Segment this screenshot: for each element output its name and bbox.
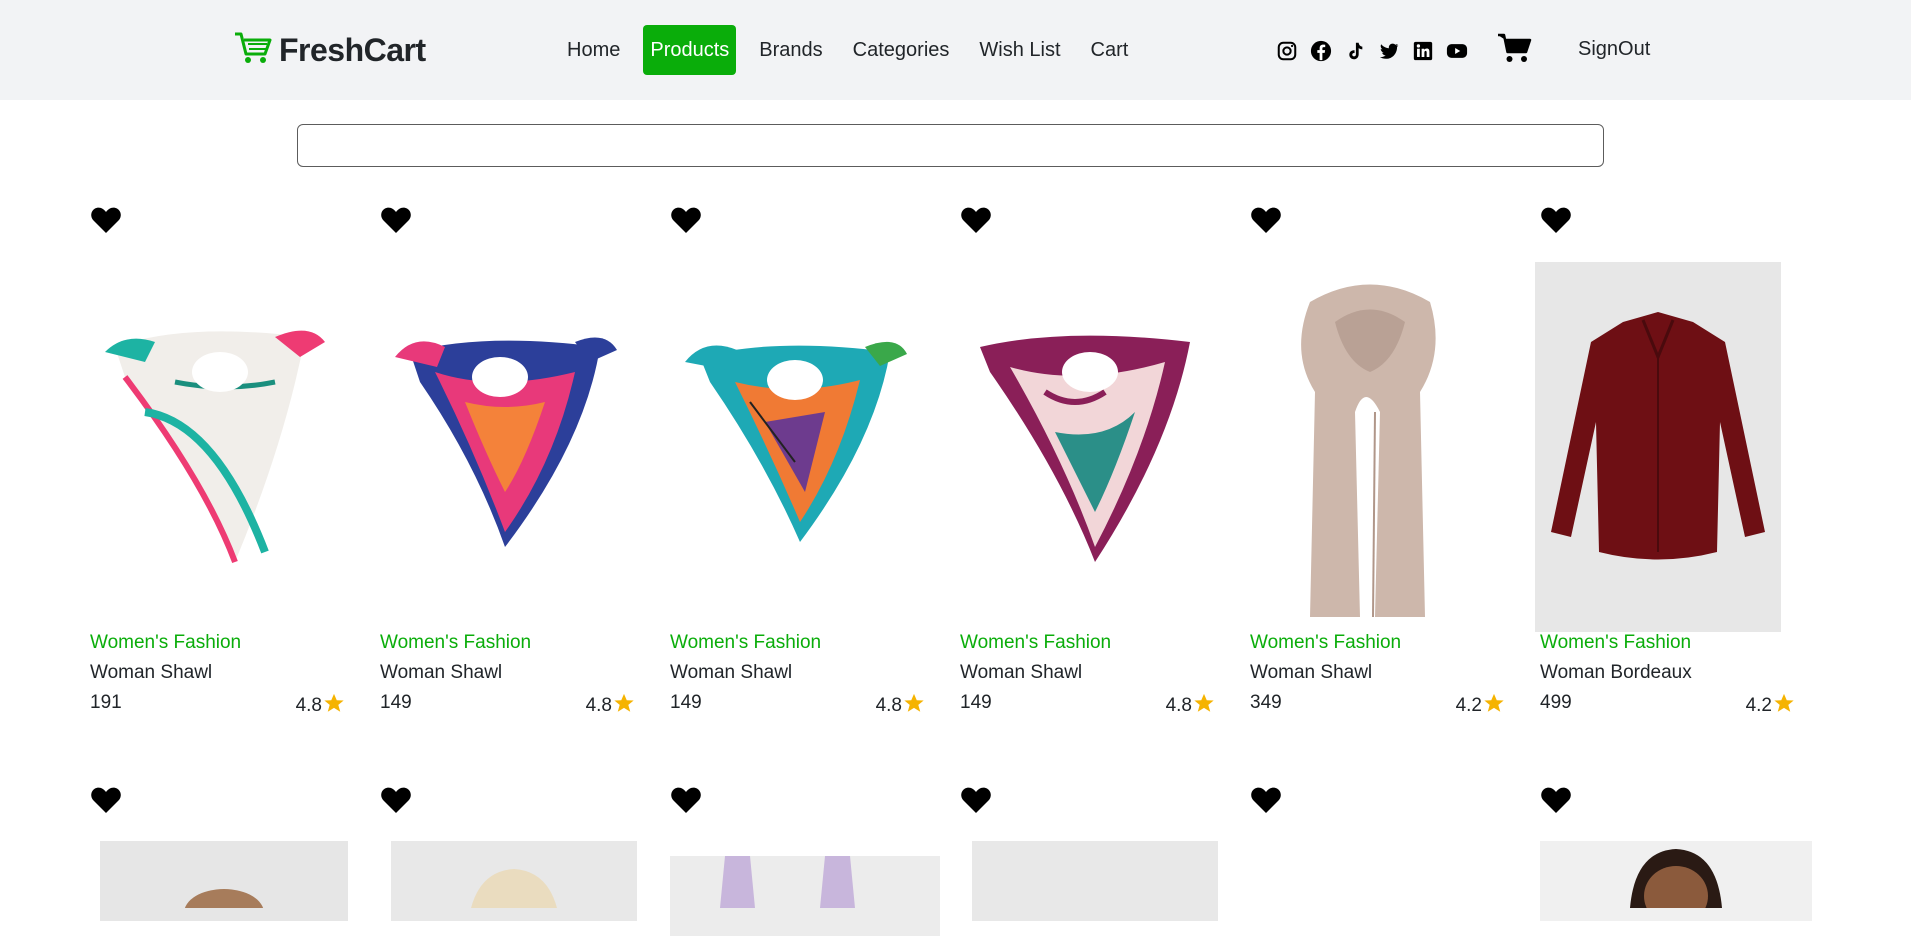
heart-icon[interactable] xyxy=(380,786,412,814)
product-image[interactable] xyxy=(955,262,1201,632)
product-rating: 4.8 xyxy=(876,692,925,720)
nav-wish-list[interactable]: Wish List xyxy=(972,25,1067,75)
product-card[interactable]: Women's Fashion Woman Shawl 191 4.8 xyxy=(75,206,345,726)
nav-home[interactable]: Home xyxy=(560,25,627,75)
product-category[interactable]: Women's Fashion xyxy=(960,632,1111,654)
product-category[interactable]: Women's Fashion xyxy=(380,632,531,654)
cart-icon xyxy=(233,30,273,71)
star-icon xyxy=(1772,692,1795,720)
heart-icon[interactable] xyxy=(670,206,702,234)
facebook-icon[interactable] xyxy=(1310,40,1332,62)
heart-icon[interactable] xyxy=(670,786,702,814)
product-image[interactable] xyxy=(375,262,621,632)
search-input[interactable] xyxy=(297,124,1604,167)
product-card[interactable]: Women's Fashion Woman Shawl 149 4.8 xyxy=(655,206,925,726)
product-price: 191 xyxy=(90,692,122,713)
product-price: 149 xyxy=(670,692,702,713)
product-rating: 4.2 xyxy=(1456,692,1505,720)
linkedin-icon[interactable] xyxy=(1412,40,1434,62)
navbar: FreshCart Home Products Brands Categorie… xyxy=(0,0,1911,100)
product-image[interactable] xyxy=(85,262,331,632)
product-category[interactable]: Women's Fashion xyxy=(1250,632,1401,654)
product-price: 149 xyxy=(380,692,412,713)
product-card[interactable]: Women's Fashion Woman Shawl 149 4.8 xyxy=(945,206,1215,726)
nav-categories[interactable]: Categories xyxy=(846,25,957,75)
star-icon xyxy=(612,692,635,720)
youtube-icon[interactable] xyxy=(1446,40,1468,62)
shopping-cart-icon[interactable] xyxy=(1497,32,1533,64)
product-price: 499 xyxy=(1540,692,1572,713)
heart-icon[interactable] xyxy=(90,786,122,814)
product-name[interactable]: Woman Shawl xyxy=(1250,662,1372,684)
product-card[interactable]: Women's Fashion Woman Shawl 349 4.2 xyxy=(1235,206,1505,726)
nav-links: Home Products Brands Categories Wish Lis… xyxy=(560,24,1151,76)
product-rating: 4.2 xyxy=(1746,692,1795,720)
product-name[interactable]: Woman Bordeaux xyxy=(1540,662,1692,684)
product-price: 349 xyxy=(1250,692,1282,713)
rating-value: 4.8 xyxy=(875,695,902,716)
product-image[interactable] xyxy=(972,841,1218,921)
product-card[interactable]: Women's Fashion Woman Bordeaux 499 4.2 xyxy=(1525,206,1795,726)
product-rating: 4.8 xyxy=(586,692,635,720)
star-icon xyxy=(322,692,345,720)
heart-icon[interactable] xyxy=(380,206,412,234)
product-category[interactable]: Women's Fashion xyxy=(670,632,821,654)
heart-icon[interactable] xyxy=(960,786,992,814)
twitter-icon[interactable] xyxy=(1378,40,1400,62)
tiktok-icon[interactable] xyxy=(1344,40,1366,62)
product-name[interactable]: Woman Shawl xyxy=(670,662,792,684)
heart-icon[interactable] xyxy=(960,206,992,234)
heart-icon[interactable] xyxy=(1540,206,1572,234)
product-image[interactable] xyxy=(1540,841,1812,926)
product-card[interactable]: Women's Fashion Woman Shawl 149 4.8 xyxy=(365,206,635,726)
heart-icon[interactable] xyxy=(90,206,122,234)
nav-brands[interactable]: Brands xyxy=(752,25,829,75)
product-rating: 4.8 xyxy=(296,692,345,720)
star-icon xyxy=(1192,692,1215,720)
signout-link[interactable]: SignOut xyxy=(1578,38,1650,61)
product-category[interactable]: Women's Fashion xyxy=(1540,632,1691,654)
brand-name: FreshCart xyxy=(279,31,426,68)
nav-cart[interactable]: Cart xyxy=(1084,25,1136,75)
instagram-icon[interactable] xyxy=(1276,40,1298,62)
product-rating: 4.8 xyxy=(1166,692,1215,720)
product-name[interactable]: Woman Shawl xyxy=(380,662,502,684)
product-image[interactable] xyxy=(670,856,940,936)
product-category[interactable]: Women's Fashion xyxy=(90,632,241,654)
brand-logo[interactable]: FreshCart xyxy=(233,30,426,70)
rating-value: 4.8 xyxy=(585,695,612,716)
product-image[interactable] xyxy=(1535,262,1781,632)
rating-value: 4.2 xyxy=(1455,695,1482,716)
nav-products[interactable]: Products xyxy=(643,25,737,75)
heart-icon[interactable] xyxy=(1250,206,1282,234)
rating-value: 4.8 xyxy=(295,695,322,716)
product-image[interactable] xyxy=(100,841,348,936)
heart-icon[interactable] xyxy=(1250,786,1282,814)
heart-icon[interactable] xyxy=(1540,786,1572,814)
star-icon xyxy=(902,692,925,720)
product-image[interactable] xyxy=(1245,262,1491,632)
product-image[interactable] xyxy=(391,841,637,921)
product-image[interactable] xyxy=(665,262,911,632)
social-links xyxy=(1276,40,1480,62)
product-name[interactable]: Woman Shawl xyxy=(960,662,1082,684)
star-icon xyxy=(1482,692,1505,720)
product-name[interactable]: Woman Shawl xyxy=(90,662,212,684)
rating-value: 4.2 xyxy=(1745,695,1772,716)
rating-value: 4.8 xyxy=(1165,695,1192,716)
product-price: 149 xyxy=(960,692,992,713)
